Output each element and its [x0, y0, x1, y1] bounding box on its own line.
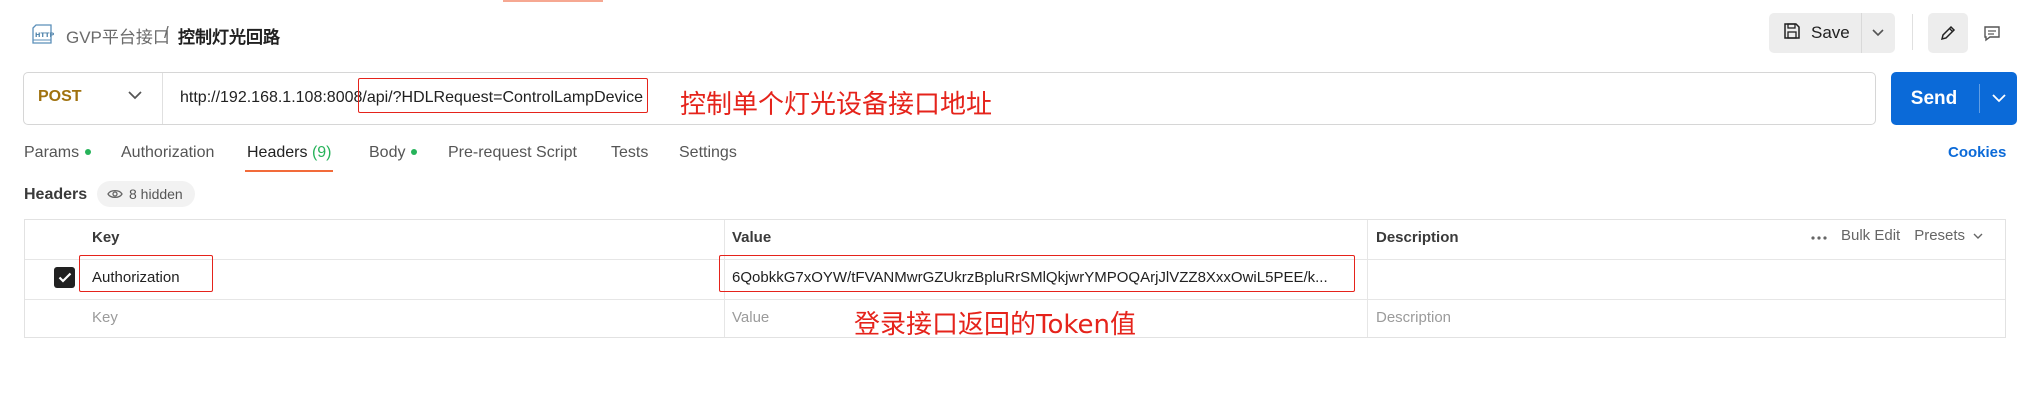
column-header-value: Value — [732, 229, 772, 246]
comment-icon — [1984, 26, 2000, 42]
column-header-description: Description — [1376, 229, 1459, 246]
http-request-icon: HTTP — [30, 22, 54, 44]
edit-button[interactable] — [1928, 13, 1968, 53]
tab-params[interactable]: Params — [24, 144, 92, 162]
chevron-down-icon — [1973, 233, 1983, 239]
table-divider — [25, 299, 2005, 300]
bulk-edit-button[interactable]: Bulk Edit — [1841, 227, 1900, 244]
save-button[interactable]: Save — [1769, 13, 1861, 53]
column-divider — [1367, 220, 1368, 337]
http-method-select[interactable]: POST — [38, 88, 82, 106]
chevron-down-icon — [1992, 94, 2006, 103]
tab-body[interactable]: Body — [369, 144, 418, 162]
save-button-group: Save — [1769, 13, 1895, 53]
key-highlight-box — [79, 255, 213, 292]
send-options-button[interactable] — [1981, 72, 2017, 125]
more-options-icon[interactable] — [1811, 227, 1827, 244]
send-divider — [1979, 84, 1980, 113]
tab-pre-request-script[interactable]: Pre-request Script — [448, 144, 577, 162]
presets-dropdown[interactable]: Presets — [1914, 227, 1983, 244]
breadcrumb-request-title[interactable]: 控制灯光回路 — [178, 23, 280, 48]
checkmark-icon — [58, 272, 71, 283]
url-highlight-box — [358, 78, 648, 113]
breadcrumb-collection[interactable]: GVP平台接口 — [66, 23, 170, 48]
tab-authorization[interactable]: Authorization — [121, 144, 214, 162]
hidden-count-label: 8 hidden — [129, 186, 183, 202]
url-divider — [162, 73, 163, 124]
eye-icon — [107, 189, 123, 199]
breadcrumb-separator: / — [164, 23, 169, 42]
save-options-button[interactable] — [1861, 13, 1895, 53]
table-tools: Bulk Edit Presets — [1811, 227, 1983, 244]
active-tab-underline — [245, 170, 333, 172]
new-key-input[interactable]: Key — [92, 309, 118, 326]
hidden-headers-toggle[interactable]: 8 hidden — [97, 181, 195, 207]
new-description-input[interactable]: Description — [1376, 309, 1451, 326]
token-annotation: 登录接口返回的Token值 — [854, 310, 1136, 340]
svg-text:HTTP: HTTP — [35, 31, 54, 39]
new-value-input[interactable]: Value — [732, 309, 769, 326]
cookies-link[interactable]: Cookies — [1948, 144, 2006, 161]
headers-section-title: Headers — [24, 186, 88, 203]
top-accent-line — [503, 0, 603, 2]
chevron-down-icon[interactable] — [128, 87, 142, 105]
pencil-icon — [1940, 25, 1956, 41]
row-enabled-checkbox[interactable] — [54, 267, 75, 288]
save-label: Save — [1811, 23, 1850, 42]
value-highlight-box — [719, 255, 1355, 292]
comments-button[interactable] — [1972, 13, 2012, 53]
url-annotation: 控制单个灯光设备接口地址 — [680, 90, 993, 120]
body-indicator-dot — [411, 148, 418, 155]
tab-headers[interactable]: Headers (9) — [247, 144, 332, 162]
params-indicator-dot — [85, 148, 92, 155]
chevron-down-icon — [1872, 29, 1884, 37]
toolbar-divider — [1912, 14, 1913, 50]
send-button-group: Send — [1891, 72, 2017, 125]
tab-settings[interactable]: Settings — [679, 144, 737, 162]
tab-tests[interactable]: Tests — [611, 144, 648, 162]
column-header-key: Key — [92, 229, 120, 246]
save-icon — [1783, 22, 1801, 45]
send-button[interactable]: Send — [1891, 72, 1977, 125]
